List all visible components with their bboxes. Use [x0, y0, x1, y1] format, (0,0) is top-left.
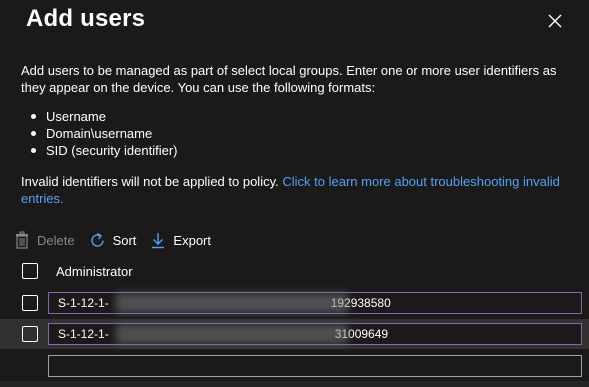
table-header: Administrator: [0, 258, 589, 286]
format-item-sid: SID (security identifier): [31, 142, 177, 159]
delete-button[interactable]: Delete: [14, 231, 75, 249]
toolbar: Delete Sort Export: [14, 229, 225, 251]
new-identifier-input[interactable]: [48, 355, 582, 377]
sort-button[interactable]: Sort: [89, 232, 137, 249]
refresh-icon: [90, 232, 104, 247]
column-header-administrator: Administrator: [56, 264, 133, 279]
sort-label: Sort: [112, 232, 137, 248]
add-users-panel: Add users Add users to be managed as par…: [0, 0, 589, 387]
redaction-blur: [116, 293, 348, 313]
invalid-identifiers-note: Invalid identifiers will not be applied …: [21, 173, 581, 207]
export-button[interactable]: Export: [150, 232, 211, 249]
format-list: Username Domain\username SID (security i…: [31, 108, 177, 159]
identifier-prefix: S-1-12-1-: [58, 327, 109, 341]
invalid-note-text: Invalid identifiers will not be applied …: [21, 174, 279, 189]
table-row[interactable]: S-1-12-1- 31009649: [0, 319, 589, 349]
export-label: Export: [173, 232, 211, 248]
table-row[interactable]: S-1-12-1- 192938580: [0, 289, 589, 319]
format-item-username: Username: [31, 108, 177, 125]
close-icon: [548, 14, 562, 28]
format-item-domain-username: Domain\username: [31, 125, 177, 142]
row-checkbox[interactable]: [22, 326, 38, 342]
close-button[interactable]: [546, 12, 564, 30]
dialog-description: Add users to be managed as part of selec…: [21, 63, 557, 95]
trash-icon: [16, 231, 28, 249]
redaction-blur: [116, 324, 348, 344]
select-all-checkbox[interactable]: [22, 263, 38, 279]
dialog-title: Add users: [26, 5, 146, 32]
identifier-prefix: S-1-12-1-: [58, 296, 109, 310]
delete-label: Delete: [37, 232, 75, 248]
download-icon: [152, 232, 165, 248]
panel-footer-strip: [0, 381, 589, 387]
row-checkbox[interactable]: [22, 295, 38, 311]
